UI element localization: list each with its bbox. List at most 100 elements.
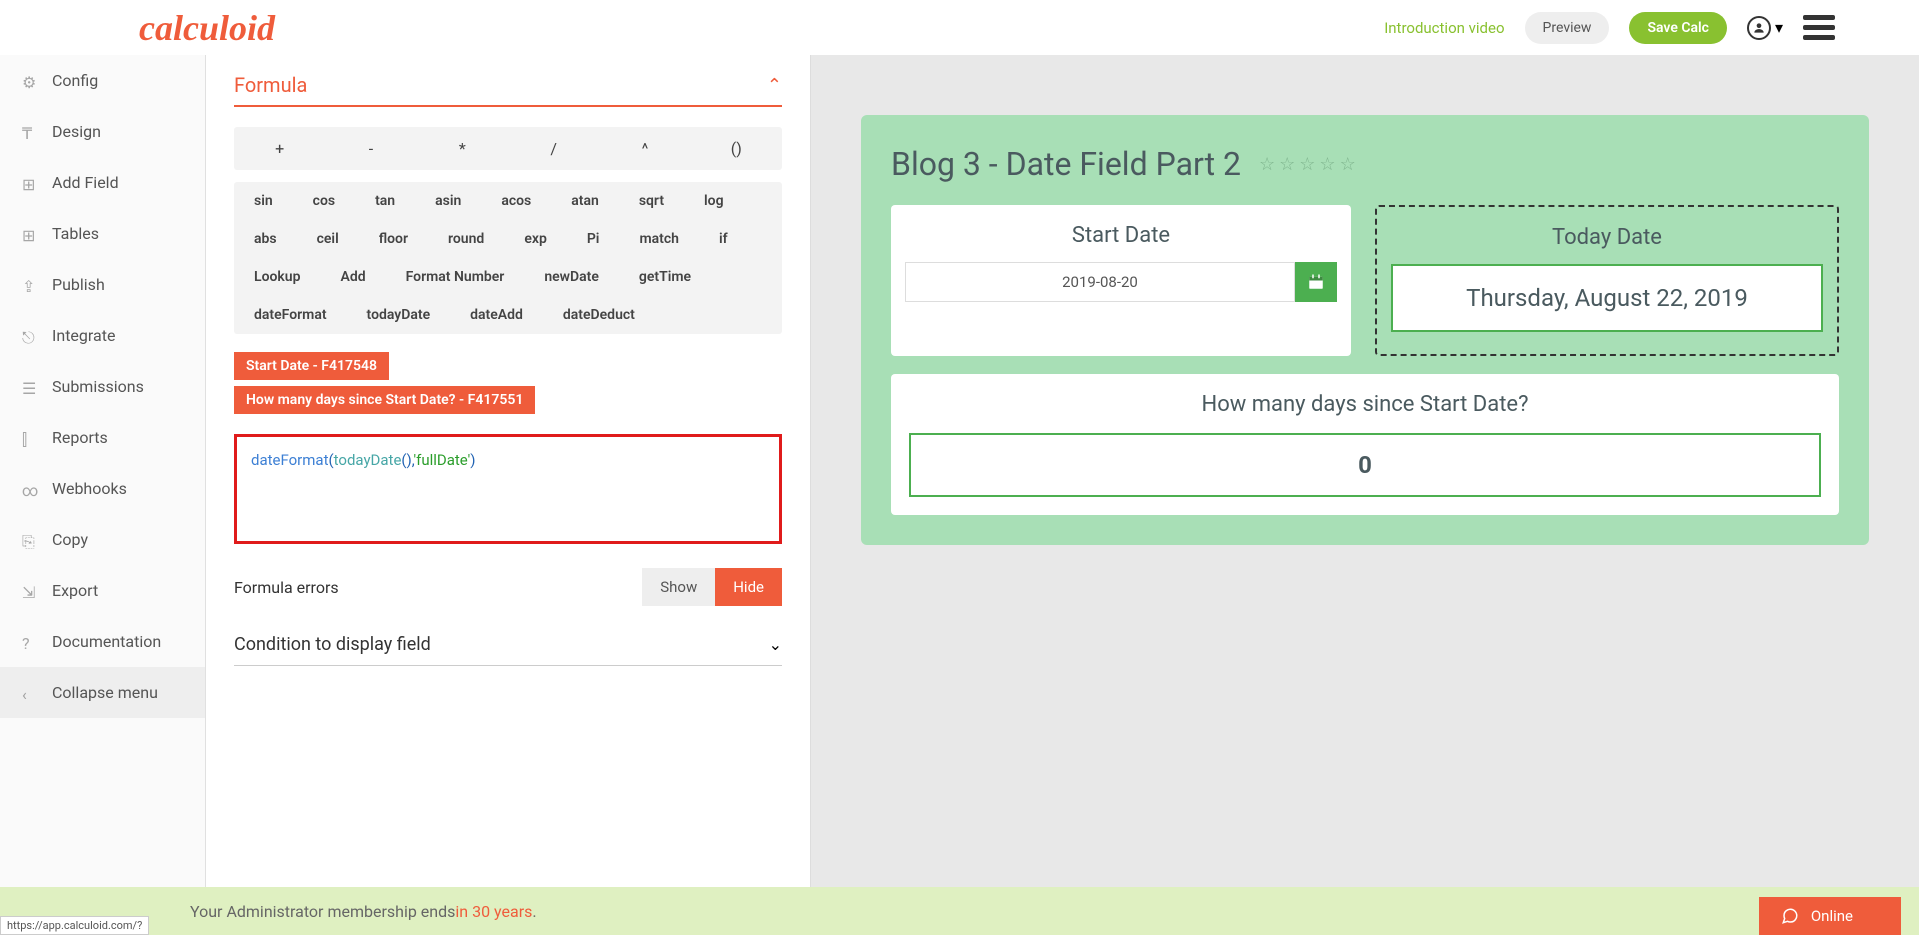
fn-atan[interactable]: atan	[551, 182, 619, 220]
fn-pi[interactable]: Pi	[567, 220, 620, 258]
days-since-value: 0	[909, 433, 1821, 497]
rating-stars[interactable]: ☆ ☆ ☆ ☆ ☆	[1259, 154, 1356, 175]
fn-asin[interactable]: asin	[415, 182, 481, 220]
chart-icon: ⫿	[22, 430, 38, 446]
formula-errors-label: Formula errors	[234, 578, 339, 597]
preview-button[interactable]: Preview	[1525, 12, 1610, 44]
sidebar-item-export[interactable]: ⇲Export	[0, 565, 205, 616]
chat-icon	[1781, 907, 1799, 925]
chevron-up-icon[interactable]: ⌃	[767, 75, 782, 96]
field-tags: Start Date - F417548 How many days since…	[234, 352, 782, 420]
help-icon: ?	[22, 634, 38, 650]
sidebar-item-add-field[interactable]: ⊞ Add Field	[0, 157, 205, 208]
errors-hide-button[interactable]: Hide	[715, 568, 782, 606]
collapse-icon: ‹	[22, 685, 38, 701]
chat-online-button[interactable]: Online	[1759, 897, 1901, 935]
fn-log[interactable]: log	[684, 182, 744, 220]
star-icon[interactable]: ☆	[1279, 154, 1295, 175]
star-icon[interactable]: ☆	[1259, 154, 1275, 175]
op-parens[interactable]: ()	[691, 127, 782, 170]
sidebar-item-label: Publish	[52, 275, 105, 294]
sidebar-item-publish[interactable]: ⇪ Publish	[0, 259, 205, 310]
fn-datededuct[interactable]: dateDeduct	[543, 296, 655, 334]
save-calc-button[interactable]: Save Calc	[1629, 12, 1727, 44]
sidebar-item-config[interactable]: ⚙Config	[0, 55, 205, 106]
fn-todaydate[interactable]: todayDate	[347, 296, 451, 334]
intro-video-link[interactable]: Introduction video	[1384, 19, 1504, 37]
fn-match[interactable]: match	[619, 220, 699, 258]
op-power[interactable]: ^	[599, 127, 690, 170]
sidebar-item-documentation[interactable]: ?Documentation	[0, 616, 205, 667]
star-icon[interactable]: ☆	[1299, 154, 1315, 175]
sidebar-item-collapse[interactable]: ‹Collapse menu	[0, 667, 205, 718]
sidebar-item-submissions[interactable]: ☰Submissions	[0, 361, 205, 412]
fn-exp[interactable]: exp	[504, 220, 567, 258]
hamburger-menu[interactable]	[1803, 15, 1835, 40]
operator-row: + - * / ^ ()	[234, 127, 782, 170]
chevron-down-icon[interactable]: ⌄	[769, 635, 782, 654]
plus-icon: ⊞	[22, 175, 38, 191]
days-since-label: How many days since Start Date?	[909, 392, 1821, 417]
calc-title-row: Blog 3 - Date Field Part 2 ☆ ☆ ☆ ☆ ☆	[891, 145, 1839, 183]
share-icon: ⎋	[22, 328, 38, 344]
sidebar-item-reports[interactable]: ⫿ Reports	[0, 412, 205, 463]
user-menu[interactable]: ▾	[1747, 16, 1783, 40]
start-date-input[interactable]	[905, 262, 1295, 302]
sidebar-item-label: Design	[52, 122, 101, 141]
fn-gettime[interactable]: getTime	[619, 258, 711, 296]
field-tag-days-since[interactable]: How many days since Start Date? - F41755…	[234, 386, 535, 414]
formula-token: 'fullDate'	[414, 451, 471, 469]
footer-text: .	[532, 902, 536, 921]
fn-tan[interactable]: tan	[355, 182, 415, 220]
fn-acos[interactable]: acos	[481, 182, 551, 220]
fn-round[interactable]: round	[428, 220, 504, 258]
start-date-field[interactable]: Start Date	[891, 205, 1351, 356]
footer-expiry: in 30 years	[455, 902, 532, 921]
fn-ceil[interactable]: ceil	[297, 220, 359, 258]
upload-icon: ⇪	[22, 277, 38, 293]
op-divide[interactable]: /	[508, 127, 599, 170]
op-minus[interactable]: -	[325, 127, 416, 170]
fn-newdate[interactable]: newDate	[524, 258, 619, 296]
fn-dateadd[interactable]: dateAdd	[450, 296, 543, 334]
fn-dateformat[interactable]: dateFormat	[234, 296, 347, 334]
date-input-row	[905, 262, 1337, 302]
fn-format-number[interactable]: Format Number	[386, 258, 525, 296]
star-icon[interactable]: ☆	[1319, 154, 1335, 175]
fn-abs[interactable]: abs	[234, 220, 297, 258]
fn-floor[interactable]: floor	[359, 220, 428, 258]
condition-section-header[interactable]: Condition to display field ⌄	[234, 634, 782, 666]
fn-sin[interactable]: sin	[234, 182, 293, 220]
sidebar-item-label: Tables	[52, 224, 99, 243]
sidebar-item-label: Integrate	[52, 326, 115, 345]
formula-token: dateFormat	[251, 451, 328, 469]
formula-token: (),	[401, 451, 413, 469]
start-date-label: Start Date	[905, 223, 1337, 248]
errors-toggle: Show Hide	[642, 568, 782, 606]
days-since-field[interactable]: How many days since Start Date? 0	[891, 374, 1839, 515]
fn-lookup[interactable]: Lookup	[234, 258, 321, 296]
sidebar-item-tables[interactable]: ⊞Tables	[0, 208, 205, 259]
sidebar-item-label: Reports	[52, 428, 108, 447]
sidebar-item-webhooks[interactable]: ∞Webhooks	[0, 463, 205, 514]
op-plus[interactable]: +	[234, 127, 325, 170]
formula-panel: Formula ⌃ + - * / ^ () sin cos tan asin …	[206, 55, 811, 935]
fn-cos[interactable]: cos	[293, 182, 355, 220]
today-date-field[interactable]: Today Date Thursday, August 22, 2019	[1375, 205, 1839, 356]
formula-editor[interactable]: dateFormat(todayDate(),'fullDate')	[234, 434, 782, 544]
errors-show-button[interactable]: Show	[642, 568, 715, 606]
op-multiply[interactable]: *	[417, 127, 508, 170]
star-icon[interactable]: ☆	[1340, 154, 1356, 175]
gear-icon: ⚙	[22, 73, 38, 89]
today-date-label: Today Date	[1391, 225, 1823, 250]
fn-sqrt[interactable]: sqrt	[619, 182, 684, 220]
calendar-button[interactable]	[1295, 262, 1337, 302]
sidebar-item-copy[interactable]: ⎘Copy	[0, 514, 205, 565]
sidebar-item-label: Add Field	[52, 173, 119, 192]
sidebar-item-design[interactable]: ₸Design	[0, 106, 205, 157]
field-tag-start-date[interactable]: Start Date - F417548	[234, 352, 389, 380]
formula-section-header[interactable]: Formula ⌃	[234, 73, 782, 107]
fn-if[interactable]: if	[699, 220, 748, 258]
sidebar-item-integrate[interactable]: ⎋ Integrate	[0, 310, 205, 361]
fn-add[interactable]: Add	[321, 258, 386, 296]
